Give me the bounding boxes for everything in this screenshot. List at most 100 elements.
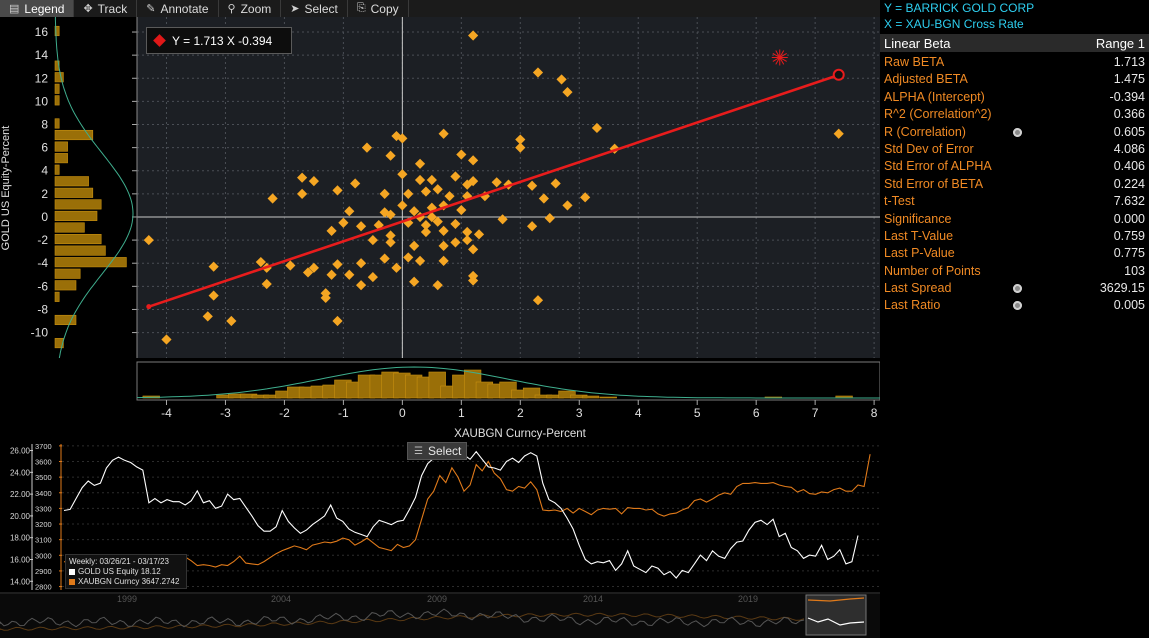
- stat-value: 4.086: [1113, 141, 1145, 156]
- ts-right-tick-label: 3400: [35, 489, 52, 498]
- x-tick-label: 8: [871, 406, 878, 420]
- toolbar-button-label: Annotate: [160, 1, 209, 16]
- stat-info-icon[interactable]: [1013, 301, 1022, 311]
- stat-info-icon[interactable]: [1013, 127, 1022, 137]
- ts-right-tick-label: 3600: [35, 458, 52, 467]
- x-tick-label: 1: [458, 406, 465, 420]
- ts-right-tick-label: 2800: [35, 583, 52, 592]
- stat-value: 1.713: [1113, 55, 1145, 69]
- x-tick-label: 7: [812, 406, 819, 420]
- y-histogram-bar: [54, 129, 94, 141]
- stat-value: 7.632: [1113, 194, 1145, 209]
- stat-label: R (Correlation): [884, 124, 966, 139]
- y-histogram-bar: [54, 245, 106, 256]
- toolbar-copy-button[interactable]: ⎘ Copy: [348, 0, 409, 17]
- toolbar-legend-button[interactable]: ▤ Legend: [0, 0, 75, 17]
- y-histogram-bar: [54, 268, 81, 279]
- y-histogram-bar: [54, 291, 60, 302]
- stat-row: t-Test 7.632: [880, 193, 1149, 210]
- stat-value: -0.394: [1109, 89, 1145, 104]
- y-tick-label: 2: [41, 187, 48, 201]
- ts-left-tick-label: 16.00: [10, 555, 31, 564]
- ts-left-tick-label: 14.00: [10, 577, 31, 586]
- stat-value: 0.000: [1113, 211, 1145, 226]
- x-histogram-bar: [581, 395, 600, 399]
- stat-value: 0.005: [1113, 298, 1145, 313]
- y-histogram-bar: [54, 95, 60, 106]
- stat-value: 1.475: [1113, 72, 1145, 87]
- stat-info-icon[interactable]: [1013, 284, 1022, 294]
- x-axis-label: XAUBGN Curncy-Percent: [454, 428, 586, 440]
- y-tick-label: 4: [41, 164, 48, 178]
- y-tick-label: 0: [41, 210, 48, 224]
- x-histogram-bar: [599, 396, 617, 399]
- x-tick-label: -2: [279, 406, 290, 420]
- regression-equation-legend[interactable]: Y = 1.713 X -0.394: [146, 27, 292, 54]
- x-security-label: X = XAU-BGN Cross Rate: [884, 17, 1024, 31]
- stats-range-label[interactable]: Range 1: [1096, 36, 1145, 51]
- y-tick-label: -8: [37, 302, 48, 316]
- time-series-legend: Weekly: 03/26/21 - 03/17/23 GOLD US Equi…: [65, 554, 187, 589]
- x-tick-label: -3: [220, 406, 231, 420]
- ts-right-tick-label: 3300: [35, 504, 52, 513]
- y-tick-label: -10: [31, 326, 49, 340]
- stat-label: ALPHA (Intercept): [884, 89, 985, 104]
- stat-value: 0.759: [1113, 228, 1145, 243]
- stats-header: Linear Beta Range 1: [880, 34, 1149, 52]
- regression-start-point: [146, 304, 152, 310]
- x-tick-label: 4: [635, 406, 642, 420]
- y-tick-label: -6: [37, 279, 48, 293]
- toolbar-track-button[interactable]: ✥ Track: [74, 0, 138, 17]
- legend-icon: ▤: [9, 3, 20, 15]
- overview-year-label: 2004: [271, 594, 291, 604]
- zoom-magnifier-icon: ⚲: [227, 3, 236, 15]
- ts-left-tick-label: 24.00: [10, 468, 31, 477]
- stat-label: R^2 (Correlation^2): [884, 107, 992, 122]
- ts-left-tick-label: 22.00: [10, 490, 31, 499]
- toolbar-annotate-button[interactable]: ✎ Annotate: [137, 0, 219, 17]
- stat-label: Std Error of ALPHA: [884, 159, 992, 174]
- legend-series-2: XAUBGN Curncy 3647.2742: [78, 577, 180, 586]
- select-cursor-icon: ➤: [290, 3, 300, 15]
- ts-left-tick-label: 26.00: [10, 447, 31, 456]
- ts-right-tick-label: 3100: [35, 536, 52, 545]
- stat-label: Number of Points: [884, 263, 981, 278]
- x-tick-label: 0: [399, 406, 406, 420]
- stat-label: Raw BETA: [884, 55, 945, 69]
- x-tick-label: 2: [517, 406, 524, 420]
- regression-equation-text: Y = 1.713 X -0.394: [172, 33, 273, 48]
- stat-label: Adjusted BETA: [884, 72, 968, 87]
- overview-navigator[interactable]: 1999 2004 2009 2014 2019: [0, 592, 880, 638]
- x-tick-label: 5: [694, 406, 701, 420]
- stat-row: Last P-Value 0.775: [880, 245, 1149, 262]
- toolbar-zoom-button[interactable]: ⚲ Zoom: [219, 0, 282, 17]
- ts-right-tick-label: 3000: [35, 551, 52, 560]
- stat-row: R (Correlation) 0.605: [880, 124, 1149, 141]
- ts-right-tick-label: 2900: [35, 567, 52, 576]
- ts-left-tick-label: 20.00: [10, 512, 31, 521]
- y-histogram-bar: [54, 153, 68, 164]
- red-diamond-icon: [153, 34, 166, 47]
- stat-value: 103: [1124, 263, 1145, 278]
- y-tick-label: 14: [35, 48, 49, 62]
- white-swatch-icon: [69, 568, 75, 575]
- y-histogram-bar: [54, 164, 60, 175]
- y-histogram-bar: [54, 234, 102, 245]
- toolbar-button-label: Legend: [24, 1, 65, 16]
- stats-header-title: Linear Beta: [884, 35, 951, 51]
- y-histogram-bar: [54, 176, 89, 187]
- toolbar-button-label: Select: [304, 1, 338, 16]
- stat-row: Std Dev of Error 4.086: [880, 141, 1149, 158]
- stat-value: 0.605: [1113, 124, 1145, 139]
- track-crosshair-icon: ✥: [83, 3, 93, 15]
- y-tick-label: -2: [37, 233, 48, 247]
- toolbar-select-button[interactable]: ➤ Select: [281, 0, 348, 17]
- stat-row: Last T-Value 0.759: [880, 228, 1149, 245]
- legend-series-1: GOLD US Equity 18.12: [78, 567, 161, 576]
- y-histogram-bar: [54, 141, 68, 152]
- stat-row: Number of Points 103: [880, 263, 1149, 280]
- chart-toolbar: ▤ Legend ✥ Track ✎ Annotate ⚲ Zoom ➤ Select ⎘ Copy: [0, 0, 880, 17]
- select-label: Select: [427, 444, 462, 458]
- select-button[interactable]: ☰ Select: [407, 442, 467, 460]
- ts-left-tick-label: 18.00: [10, 534, 31, 543]
